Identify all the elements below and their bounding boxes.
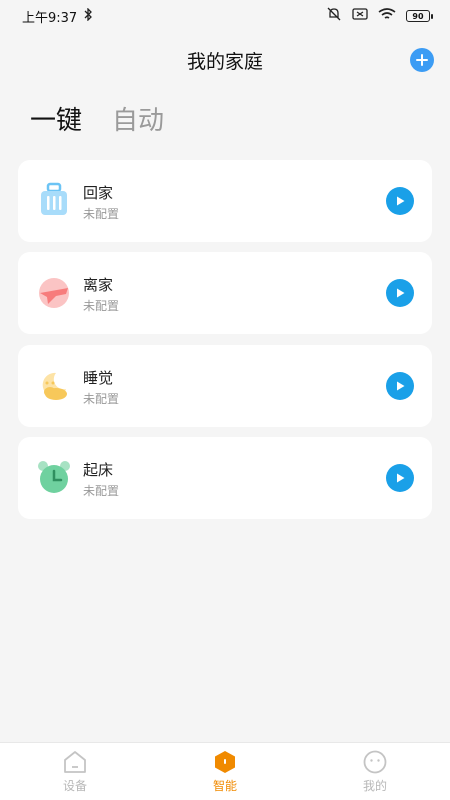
nav-item-devices[interactable]: 设备 [30,749,120,794]
nav-label: 我的 [362,779,387,793]
nav-label: 智能 [212,779,237,793]
status-time: 上午9:37 [22,10,78,26]
plus-icon [416,51,428,70]
nav-label: 设备 [62,779,87,793]
scene-title: 回家 [83,184,114,202]
airplane-icon [36,274,72,310]
mute-icon [326,7,342,25]
alarm-clock-icon [36,459,72,495]
scene-tabs: 一键 自动 [30,100,164,137]
play-icon [394,192,406,211]
house-icon [62,749,88,775]
scene-card-wake-up[interactable]: 起床 未配置 [18,437,432,519]
bottom-nav: 设备 智能 我的 [0,742,450,800]
scene-title: 离家 [83,276,114,294]
scene-card-leave-home[interactable]: 离家 未配置 [18,252,432,334]
tab-auto[interactable]: 自动 [112,100,164,137]
status-right: 90 [326,7,433,25]
scene-status: 未配置 [83,484,120,498]
scene-card-sleep[interactable]: 睡觉 未配置 [18,345,432,427]
run-scene-button[interactable] [386,372,414,400]
face-icon [362,749,388,775]
scene-title: 睡觉 [83,369,114,387]
scene-status: 未配置 [83,392,120,406]
scene-status: 未配置 [83,299,120,313]
header: 我的家庭 [0,40,450,80]
tab-one-key[interactable]: 一键 [30,100,82,137]
run-scene-button[interactable] [386,464,414,492]
moon-cloud-icon [36,367,72,403]
add-button[interactable] [410,48,434,72]
wifi-icon [378,7,396,25]
sim-icon [352,8,368,24]
scene-status: 未配置 [83,207,120,221]
play-icon [394,377,406,396]
play-icon [394,469,406,488]
run-scene-button[interactable] [386,279,414,307]
play-icon [394,284,406,303]
scene-card-home[interactable]: 回家 未配置 [18,160,432,242]
scene-title: 起床 [83,461,114,479]
bluetooth-icon [83,6,93,25]
run-scene-button[interactable] [386,187,414,215]
status-left: 上午9:37 [22,6,93,26]
luggage-icon [36,182,72,218]
nav-item-smart[interactable]: 智能 [180,749,270,794]
hexagon-icon [212,749,238,775]
status-bar: 上午9:37 90 [0,0,450,32]
nav-item-profile[interactable]: 我的 [330,749,420,794]
page-title: 我的家庭 [186,50,263,73]
battery-icon: 90 [406,10,433,22]
